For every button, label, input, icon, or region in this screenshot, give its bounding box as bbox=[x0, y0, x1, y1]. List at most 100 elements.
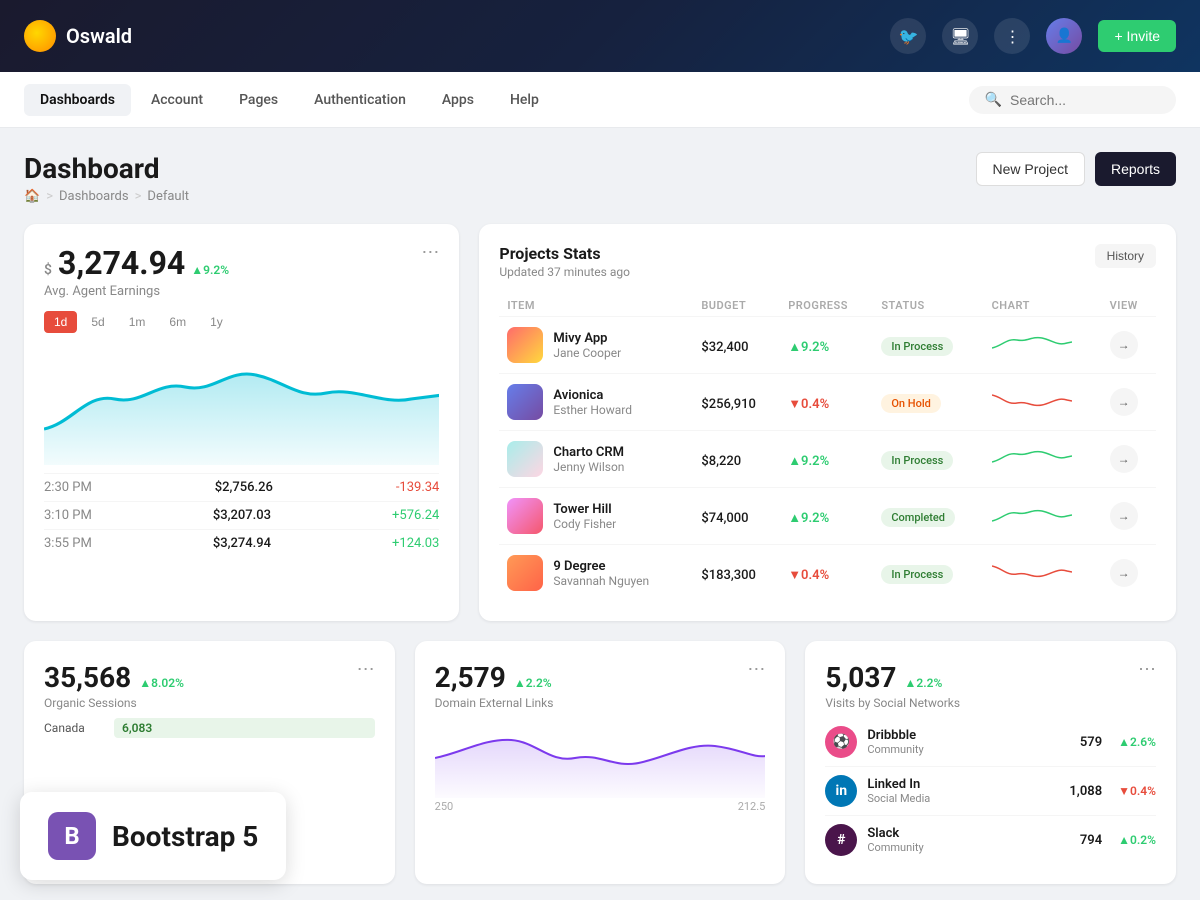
slack-name: Slack bbox=[867, 826, 1070, 841]
earnings-card: $ 3,274.94 ▲9.2% Avg. Agent Earnings ⋯ 1… bbox=[24, 224, 459, 621]
linkedin-info: Linked In Social Media bbox=[867, 777, 1059, 805]
progress-charto: ▲9.2% bbox=[788, 454, 829, 469]
project-info-avionica: Avionica Esther Howard bbox=[507, 384, 685, 420]
avatar[interactable]: 👤 bbox=[1046, 18, 1082, 54]
nav-item-apps[interactable]: Apps bbox=[426, 84, 490, 116]
bootstrap-text: Bootstrap 5 bbox=[112, 820, 258, 853]
monitor-icon-btn[interactable]: 🖥 bbox=[942, 18, 978, 54]
table-row: Charto CRM Jenny Wilson $8,220 ▲9.2% In … bbox=[499, 431, 1156, 488]
slack-icon: # bbox=[825, 824, 857, 856]
organic-badge: ▲8.02% bbox=[139, 676, 184, 690]
currency-symbol: $ bbox=[44, 262, 52, 278]
share-icon-btn[interactable]: ⋮ bbox=[994, 18, 1030, 54]
linkedin-icon: in bbox=[825, 775, 857, 807]
breadcrumb-dashboards: Dashboards bbox=[59, 189, 129, 204]
view-btn-mivy[interactable]: → bbox=[1110, 331, 1138, 359]
social-item-dribbble: ⚽ Dribbble Community 579 ▲2.6% bbox=[825, 718, 1156, 767]
stat-change-3: +124.03 bbox=[392, 536, 439, 551]
linkedin-badge: ▼0.4% bbox=[1118, 784, 1156, 798]
organic-more-btn[interactable]: ⋯ bbox=[357, 661, 375, 679]
nav-item-account[interactable]: Account bbox=[135, 84, 219, 116]
time-btn-5d[interactable]: 5d bbox=[81, 311, 114, 333]
search-bar[interactable]: 🔍 bbox=[969, 86, 1176, 114]
chart-label-250: 250 bbox=[435, 800, 454, 813]
history-button[interactable]: History bbox=[1095, 244, 1156, 268]
time-btn-1m[interactable]: 1m bbox=[119, 311, 156, 333]
col-progress: PROGRESS bbox=[780, 295, 873, 317]
table-row: 9 Degree Savannah Nguyen $183,300 ▼0.4% … bbox=[499, 545, 1156, 602]
budget-mivy: $32,400 bbox=[701, 340, 748, 355]
nav-item-dashboards[interactable]: Dashboards bbox=[24, 84, 131, 116]
slack-type: Community bbox=[867, 841, 1070, 854]
domain-badge: ▲2.2% bbox=[514, 676, 552, 690]
new-project-button[interactable]: New Project bbox=[976, 152, 1085, 186]
bootstrap-overlay: B Bootstrap 5 bbox=[20, 792, 286, 880]
projects-title: Projects Stats bbox=[499, 244, 630, 263]
status-mivy: In Process bbox=[881, 337, 953, 356]
nav-item-authentication[interactable]: Authentication bbox=[298, 84, 422, 116]
nav-item-pages[interactable]: Pages bbox=[223, 84, 294, 116]
domain-label: Domain External Links bbox=[435, 696, 554, 710]
project-avatar-mivy bbox=[507, 327, 543, 363]
page-header: Dashboard 🏠 > Dashboards > Default New P… bbox=[24, 152, 1176, 204]
budget-avionica: $256,910 bbox=[701, 397, 756, 412]
col-view: VIEW bbox=[1102, 295, 1156, 317]
project-info-charto: Charto CRM Jenny Wilson bbox=[507, 441, 685, 477]
col-status: STATUS bbox=[873, 295, 983, 317]
slack-badge: ▲0.2% bbox=[1118, 833, 1156, 847]
status-tower: Completed bbox=[881, 508, 955, 527]
social-number: 5,037 bbox=[825, 661, 896, 694]
social-item-linkedin: in Linked In Social Media 1,088 ▼0.4% bbox=[825, 767, 1156, 816]
dribbble-count: 579 bbox=[1080, 735, 1102, 750]
col-chart: CHART bbox=[984, 295, 1102, 317]
stat-value-1: $2,756.26 bbox=[215, 480, 273, 495]
linkedin-count: 1,088 bbox=[1069, 784, 1102, 799]
breadcrumb-default: Default bbox=[147, 189, 189, 204]
projects-subtitle: Updated 37 minutes ago bbox=[499, 265, 630, 279]
stat-time-3: 3:55 PM bbox=[44, 536, 92, 551]
top-bar: Oswald 🐦 🖥 ⋮ 👤 + Invite bbox=[0, 0, 1200, 72]
top-cards-grid: $ 3,274.94 ▲9.2% Avg. Agent Earnings ⋯ 1… bbox=[24, 224, 1176, 621]
canada-value: 6,083 bbox=[122, 721, 152, 735]
status-charto: In Process bbox=[881, 451, 953, 470]
more-options-button[interactable]: ⋯ bbox=[421, 244, 439, 262]
reports-button[interactable]: Reports bbox=[1095, 152, 1176, 186]
stat-value-2: $3,207.03 bbox=[213, 508, 271, 523]
social-more-btn[interactable]: ⋯ bbox=[1138, 661, 1156, 679]
view-btn-charto[interactable]: → bbox=[1110, 445, 1138, 473]
view-btn-9degree[interactable]: → bbox=[1110, 559, 1138, 587]
search-input[interactable] bbox=[1010, 92, 1160, 108]
dribbble-badge: ▲2.6% bbox=[1118, 735, 1156, 749]
nav-item-help[interactable]: Help bbox=[494, 84, 555, 116]
budget-charto: $8,220 bbox=[701, 454, 741, 469]
view-btn-tower[interactable]: → bbox=[1110, 502, 1138, 530]
domain-more-btn[interactable]: ⋯ bbox=[747, 661, 765, 679]
project-info-9degree: 9 Degree Savannah Nguyen bbox=[507, 555, 685, 591]
bird-icon-btn[interactable]: 🐦 bbox=[890, 18, 926, 54]
breadcrumb-home-icon: 🏠 bbox=[24, 189, 40, 204]
project-info-mivy: Mivy App Jane Cooper bbox=[507, 327, 685, 363]
time-btn-1d[interactable]: 1d bbox=[44, 311, 77, 333]
project-user-avionica: Esther Howard bbox=[553, 403, 632, 417]
earnings-chart bbox=[44, 345, 439, 465]
stat-time-1: 2:30 PM bbox=[44, 480, 92, 495]
time-btn-6m[interactable]: 6m bbox=[159, 311, 196, 333]
chart-9degree bbox=[992, 556, 1072, 586]
slack-count: 794 bbox=[1080, 833, 1102, 848]
organic-number: 35,568 bbox=[44, 661, 131, 694]
project-info-tower: Tower Hill Cody Fisher bbox=[507, 498, 685, 534]
stat-row-1: 2:30 PM $2,756.26 -139.34 bbox=[44, 473, 439, 501]
progress-avionica: ▼0.4% bbox=[788, 397, 829, 412]
logo-text: Oswald bbox=[66, 24, 132, 48]
chart-charto bbox=[992, 442, 1072, 472]
chart-tower bbox=[992, 499, 1072, 529]
social-badge: ▲2.2% bbox=[904, 676, 942, 690]
project-name-tower: Tower Hill bbox=[553, 502, 616, 517]
time-filters: 1d 5d 1m 6m 1y bbox=[44, 311, 439, 333]
time-btn-1y[interactable]: 1y bbox=[200, 311, 233, 333]
nav-bar: Dashboards Account Pages Authentication … bbox=[0, 72, 1200, 128]
chart-avionica bbox=[992, 385, 1072, 415]
project-avatar-avionica bbox=[507, 384, 543, 420]
view-btn-avionica[interactable]: → bbox=[1110, 388, 1138, 416]
invite-button[interactable]: + Invite bbox=[1098, 20, 1176, 52]
